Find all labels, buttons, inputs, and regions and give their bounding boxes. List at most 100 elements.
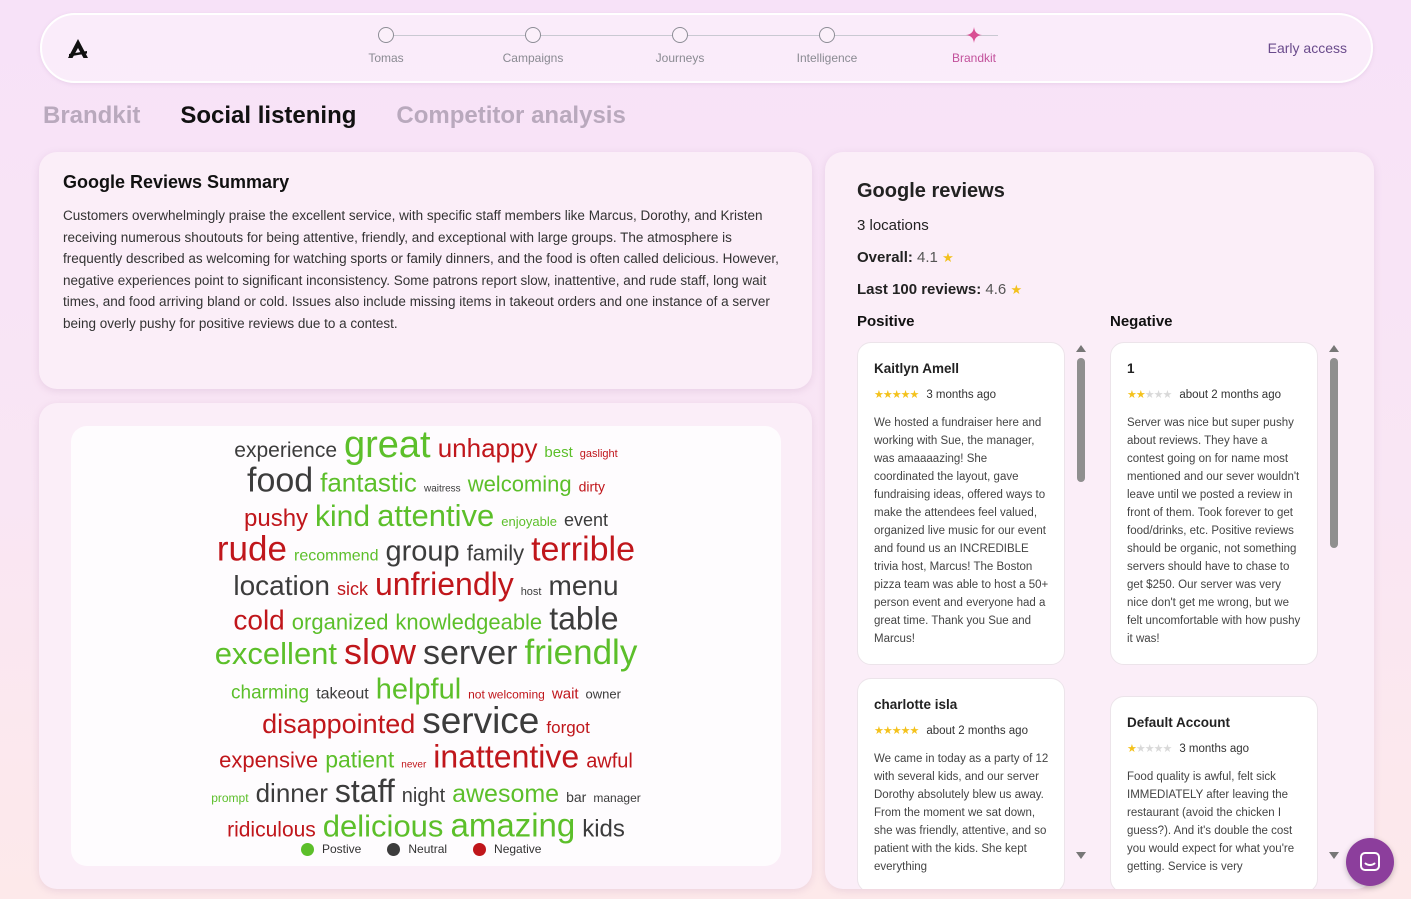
cloud-word-dirty: dirty <box>579 479 605 495</box>
review-meta: ★★★★★ about 2 months ago <box>1127 388 1302 402</box>
cloud-word-excellent: excellent <box>215 636 338 671</box>
cloud-word-sick: sick <box>337 579 369 599</box>
early-access-link[interactable]: Early access <box>1268 40 1347 56</box>
app-logo-icon[interactable] <box>66 37 90 61</box>
chat-launcher-button[interactable] <box>1346 838 1394 886</box>
cloud-word-menu: menu <box>549 570 619 601</box>
reviewer-name: charlotte isla <box>874 697 958 712</box>
step-journeys[interactable]: Journeys <box>630 27 730 65</box>
chat-icon <box>1360 852 1380 871</box>
tab-social-listening[interactable]: Social listening <box>180 102 356 136</box>
cloud-word-patient: patient <box>325 747 395 773</box>
cloud-word-food: food <box>247 462 313 500</box>
circle-icon <box>819 27 835 43</box>
review-card: charlotte isla ★★★★★ about 2 months ago … <box>857 678 1065 889</box>
cloud-word-table: table <box>549 601 618 637</box>
cloud-word-best: best <box>544 444 573 461</box>
tab-brandkit[interactable]: Brandkit <box>43 102 140 136</box>
tab-competitor-analysis[interactable]: Competitor analysis <box>396 102 625 136</box>
cloud-word-kind: kind <box>315 500 370 533</box>
reviews-title: Google reviews <box>857 180 1005 202</box>
cloud-word-pushy: pushy <box>244 505 308 532</box>
step-intelligence[interactable]: Intelligence <box>777 27 877 65</box>
review-card: Default Account ★★★★★ 3 months ago Food … <box>1110 696 1318 889</box>
overall-value: 4.1 <box>917 249 938 266</box>
review-time: 3 months ago <box>926 388 996 401</box>
cloud-word-awesome: awesome <box>452 780 559 808</box>
legend-label: Neutral <box>408 842 448 856</box>
word-cloud: experience great unhappy best gaslightfood fa… <box>211 426 641 844</box>
scroll-down-icon[interactable] <box>1076 852 1086 859</box>
cloud-word-inattentive: inattentive <box>433 739 579 775</box>
cloud-word-forgot: forgot <box>546 718 590 737</box>
cloud-word-friendly: friendly <box>525 633 638 672</box>
star-icon: ★ <box>1010 282 1023 297</box>
rating-stars-icon: ★★★★★ <box>874 389 919 401</box>
review-time: about 2 months ago <box>926 724 1028 737</box>
last-100-value: 4.6 <box>985 281 1007 298</box>
cloud-word-takeout: takeout <box>316 686 369 703</box>
google-reviews-card: Google reviews 3 locations Overall: 4.1 … <box>825 152 1374 889</box>
rating-stars-icon: ★★★★★ <box>1127 389 1172 401</box>
cloud-word-cold: cold <box>233 605 284 636</box>
cloud-word-experience: experience <box>234 439 337 462</box>
scroll-down-icon[interactable] <box>1329 852 1339 859</box>
circle-icon <box>378 27 394 43</box>
legend-dot-icon <box>473 842 487 856</box>
cloud-word-delicious: delicious <box>323 809 444 844</box>
negative-reviews-list[interactable]: 1 ★★★★★ about 2 months ago Server was ni… <box>1110 342 1320 889</box>
reviewer-name: Default Account <box>1127 715 1231 730</box>
review-time: about 2 months ago <box>1179 388 1281 401</box>
summary-title: Google Reviews Summary <box>63 172 290 192</box>
scroll-up-icon[interactable] <box>1329 345 1339 352</box>
legend-label: Postive <box>322 842 362 856</box>
review-time: 3 months ago <box>1179 742 1250 755</box>
rating-stars-icon: ★★★★★ <box>1127 743 1172 755</box>
review-text: Food quality is awful, felt sick IMMEDIA… <box>1127 771 1295 873</box>
cloud-word-event: event <box>564 510 608 530</box>
cloud-word-amazing: amazing <box>451 807 576 844</box>
cloud-word-location: location <box>233 570 330 601</box>
cloud-word-service: service <box>422 700 539 741</box>
cloud-word-family: family <box>467 541 524 566</box>
last-100-rating: Last 100 reviews: 4.6 ★ <box>857 281 1022 298</box>
cloud-word-wait: wait <box>551 686 580 703</box>
step-label: Intelligence <box>796 51 858 65</box>
sparkle-icon <box>966 27 982 43</box>
cloud-word-disappointed: disappointed <box>262 709 415 739</box>
review-text: Server was nice but super pushy about re… <box>1127 417 1301 645</box>
star-icon: ★ <box>942 250 954 265</box>
cloud-word-recommend: recommend <box>294 548 378 565</box>
review-text: We hosted a fundraiser here and working … <box>874 417 1049 645</box>
overall-label: Overall: <box>857 249 913 266</box>
cloud-word-group: group <box>386 536 460 568</box>
overall-rating: Overall: 4.1 ★ <box>857 249 954 266</box>
cloud-word-owner: owner <box>586 687 622 702</box>
positive-reviews-list[interactable]: Kaitlyn Amell ★★★★★ 3 months ago We host… <box>857 342 1067 889</box>
reviewer-name: Kaitlyn Amell <box>874 361 960 376</box>
cloud-word-dinner: dinner <box>256 778 329 808</box>
scroll-up-icon[interactable] <box>1076 345 1086 352</box>
legend-positive: Postive <box>301 842 361 856</box>
step-campaigns[interactable]: Campaigns <box>483 27 583 65</box>
negative-scrollbar[interactable] <box>1328 342 1340 862</box>
reviewer-name: 1 <box>1127 361 1135 376</box>
step-label: Tomas <box>368 51 404 65</box>
step-brandkit[interactable]: Brandkit <box>924 27 1024 65</box>
legend-neutral: Neutral <box>387 842 447 856</box>
review-meta: ★★★★★ 3 months ago <box>874 388 1049 402</box>
review-meta: ★★★★★ 3 months ago <box>1127 742 1302 756</box>
positive-scrollbar[interactable] <box>1075 342 1087 862</box>
cloud-word-kids: kids <box>582 816 625 843</box>
cloud-word-welcoming: welcoming <box>467 472 572 497</box>
review-meta: ★★★★★ about 2 months ago <box>874 724 1049 738</box>
rating-stars-icon: ★★★★★ <box>874 725 919 737</box>
cloud-word-unhappy: unhappy <box>438 433 538 463</box>
scroll-thumb[interactable] <box>1077 358 1085 482</box>
scroll-thumb[interactable] <box>1330 358 1338 548</box>
review-card: Kaitlyn Amell ★★★★★ 3 months ago We host… <box>857 342 1065 665</box>
step-tomas[interactable]: Tomas <box>336 27 436 65</box>
locations-count: 3 locations <box>857 217 929 234</box>
legend-dot-icon <box>301 842 314 856</box>
cloud-word-rude: rude <box>217 530 287 569</box>
